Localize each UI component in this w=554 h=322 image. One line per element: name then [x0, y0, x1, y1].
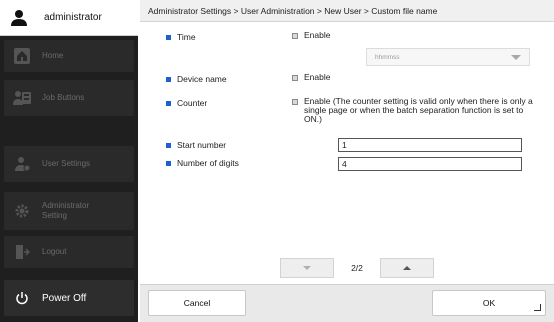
pager: 2/2: [280, 258, 434, 278]
sidebar-item-label: Job Buttons: [42, 93, 85, 102]
counter-label: Counter: [166, 98, 207, 108]
action-bar: Cancel OK: [140, 284, 554, 322]
sidebar-item-label: User Settings: [42, 159, 91, 168]
page-indicator: 2/2: [351, 263, 363, 273]
home-icon: [12, 46, 32, 66]
enter-corner-icon: [534, 304, 541, 311]
sidebar-item-home[interactable]: Home: [4, 40, 134, 72]
page-up-button[interactable]: [380, 258, 434, 278]
page-down-button[interactable]: [280, 258, 334, 278]
counter-enable-checkbox[interactable]: Enable (The counter setting is valid onl…: [292, 97, 542, 124]
checkbox-box: [292, 75, 298, 81]
sidebar-item-label: Logout: [42, 247, 67, 256]
breadcrumb: Administrator Settings > User Administra…: [140, 0, 554, 22]
user-icon: [10, 9, 28, 27]
time-format-select[interactable]: hhmmss: [366, 48, 530, 66]
cancel-button[interactable]: Cancel: [148, 290, 246, 316]
gear-icon: [12, 201, 32, 221]
logout-icon: [12, 242, 32, 262]
sidebar-item-logout[interactable]: Logout: [4, 236, 134, 268]
user-name: administrator: [44, 12, 102, 23]
bullet-icon: [166, 34, 171, 40]
checkbox-box: [292, 99, 298, 105]
time-enable-checkbox[interactable]: Enable: [292, 31, 330, 40]
sidebar-item-label: Administrator Setting: [42, 201, 90, 220]
bullet-icon: [166, 76, 171, 82]
ok-button[interactable]: OK: [432, 290, 546, 316]
sidebar-item-administrator-setting[interactable]: Administrator Setting: [4, 192, 134, 230]
chevron-down-icon: [511, 54, 521, 60]
power-icon: [12, 288, 32, 308]
number-of-digits-label: Number of digits: [166, 158, 239, 168]
main-panel: Administrator Settings > User Administra…: [140, 0, 554, 322]
sidebar-item-label: Home: [42, 51, 64, 60]
power-off-button[interactable]: Power Off: [4, 280, 134, 316]
device-name-label: Device name: [166, 74, 227, 84]
power-off-label: Power Off: [42, 292, 87, 304]
arrow-up-icon: [403, 266, 411, 270]
sidebar-item-job-buttons[interactable]: Job Buttons: [4, 80, 134, 116]
bullet-icon: [166, 142, 171, 148]
start-number-label: Start number: [166, 140, 226, 150]
number-of-digits-input[interactable]: 4: [338, 157, 522, 171]
user-indicator: administrator: [0, 0, 138, 36]
job-buttons-icon: [12, 88, 32, 108]
sidebar-item-user-settings[interactable]: User Settings: [4, 146, 134, 182]
checkbox-box: [292, 33, 298, 39]
device-name-enable-checkbox[interactable]: Enable: [292, 73, 330, 82]
time-label: Time: [166, 32, 196, 42]
arrow-down-icon: [303, 266, 311, 270]
bullet-icon: [166, 160, 171, 166]
bullet-icon: [166, 100, 171, 106]
start-number-input[interactable]: 1: [338, 138, 522, 152]
sidebar: administrator Home Job Buttons User Sett…: [0, 0, 138, 322]
user-settings-icon: [12, 154, 32, 174]
